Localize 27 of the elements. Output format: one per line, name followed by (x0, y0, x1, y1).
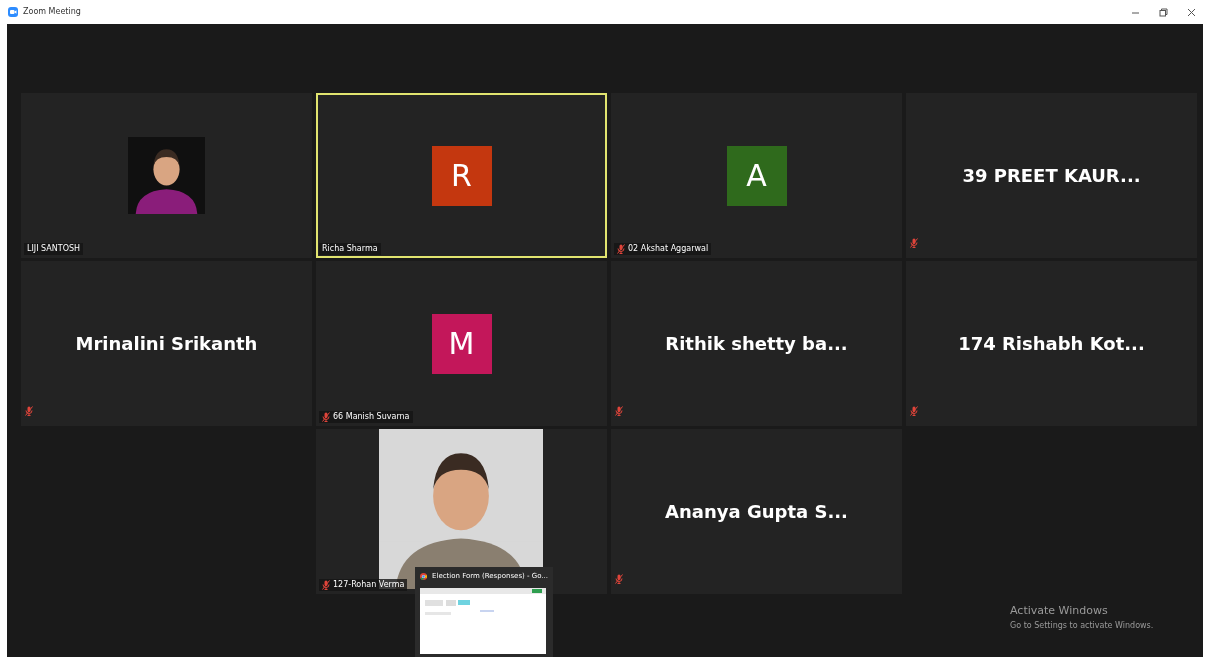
restore-icon (1158, 7, 1168, 17)
avatar: M (431, 313, 492, 374)
app-icon (8, 7, 18, 17)
activation-title: Activate Windows (1010, 603, 1109, 619)
participant-name: Ananya Gupta S... (665, 500, 848, 524)
participant-tile[interactable]: A 02 Akshat Aggarwal (611, 93, 902, 258)
participant-tile[interactable]: M 66 Manish Suvarna (316, 261, 607, 426)
participant-tile[interactable]: R Richa Sharma (316, 93, 607, 258)
participant-tile[interactable]: LIJI SANTOSH (21, 93, 312, 258)
participant-tile[interactable]: 39 PREET KAUR... (906, 93, 1197, 258)
participant-name: 174 Rishabh Kot... (958, 332, 1145, 356)
participant-name: Mrinalini Srikanth (75, 332, 258, 356)
name-label: 02 Akshat Aggarwal (628, 243, 709, 255)
participant-tile[interactable]: Mrinalini Srikanth (21, 261, 312, 426)
name-label: 66 Manish Suvarna (333, 411, 410, 423)
participant-name: Rithik shetty ba... (665, 332, 848, 356)
activation-message: Go to Settings to activate Windows. (1010, 619, 1154, 632)
participant-tile[interactable]: Ananya Gupta S... (611, 429, 902, 594)
name-label: LIJI SANTOSH (27, 243, 81, 255)
close-icon (1186, 7, 1196, 17)
avatar: A (726, 145, 787, 206)
name-label: Richa Sharma (322, 243, 378, 255)
participant-tile[interactable]: Rithik shetty ba... (611, 261, 902, 426)
window-title: Zoom Meeting (23, 6, 81, 18)
participant-name: 39 PREET KAUR... (962, 164, 1141, 188)
avatar: R (431, 145, 492, 206)
participant-tile[interactable]: 174 Rishabh Kot... (906, 261, 1197, 426)
